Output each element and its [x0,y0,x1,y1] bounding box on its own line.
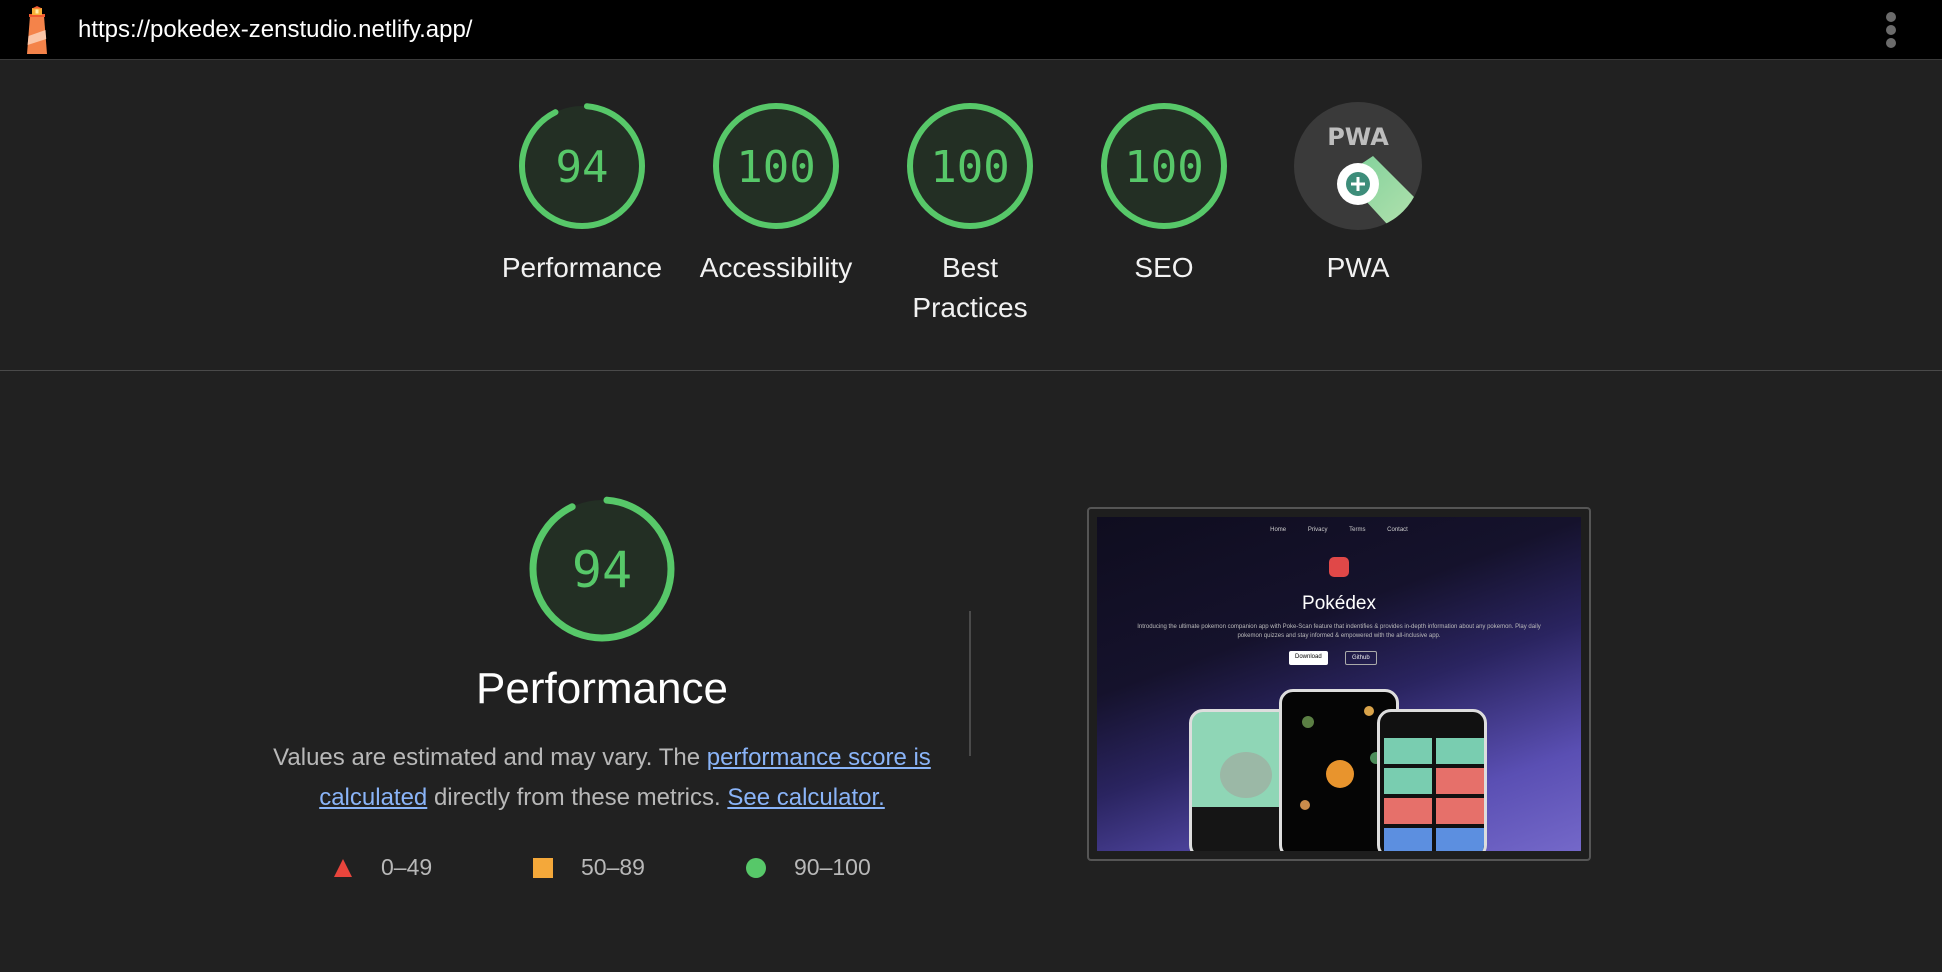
gauge-best-practices[interactable]: 100 Best Practices [875,101,1065,328]
description-text: directly from these metrics. [427,784,728,811]
page-url: https://pokedex-zenstudio.netlify.app/ [78,16,473,43]
performance-score: 94 [572,541,632,599]
vertical-separator [969,611,971,756]
screenshot-download-label: Download [1295,654,1322,660]
square-icon [533,858,553,878]
performance-large-gauge: 94 [529,496,675,642]
triangle-icon [334,859,352,877]
screenshot-title: Pokédex [1302,593,1376,614]
gauge-pwa[interactable]: PWA PWA [1263,101,1453,288]
performance-description: Values are estimated and may vary. The p… [270,738,934,818]
screenshot-download-button: Download [1289,651,1328,665]
score-value: 100 [736,142,815,193]
kebab-menu-icon[interactable] [1878,12,1904,48]
legend-range: 90–100 [794,854,871,880]
top-bar: https://pokedex-zenstudio.netlify.app/ [0,0,1942,60]
lighthouse-icon [27,6,47,54]
pwa-badge-text: PWA [1327,123,1389,151]
gauge-seo[interactable]: 100 SEO [1069,101,1259,288]
screenshot-nav-item: Home [1270,527,1287,533]
gauge-label: PWA [1326,252,1390,283]
screenshot-nav-item: Privacy [1307,527,1328,533]
screenshot-nav-item: Terms [1349,527,1366,533]
phone-mockup-right [1377,709,1487,851]
gauge-label: Best Practices [912,252,1028,323]
circle-icon [746,858,766,878]
score-gauge: 100 [907,103,1033,229]
screenshot-nav: Home Privacy Terms Contact [1097,527,1581,533]
see-calculator-link[interactable]: See calculator. [727,784,884,811]
legend-range: 0–49 [381,854,433,880]
score-value: 100 [930,142,1009,193]
screenshot-subtitle: Introducing the ultimate pokemon compani… [1137,624,1541,639]
score-value: 94 [556,142,609,193]
gauge-accessibility[interactable]: 100 Accessibility [681,101,871,288]
gauge-label: Accessibility [699,252,853,283]
app-icon [1329,557,1349,577]
pwa-badge-icon: PWA [1294,102,1422,230]
final-screenshot[interactable]: Home Privacy Terms Contact Pokédex Intro… [1087,507,1591,861]
score-gauge: 100 [1101,103,1227,229]
score-legend: 0–49 50–89 90–100 [0,854,1000,884]
screenshot-content: Home Privacy Terms Contact Pokédex Intro… [1097,517,1581,851]
gauge-label: SEO [1134,252,1194,283]
legend-range: 50–89 [581,854,645,880]
screenshot-github-button: Github [1345,651,1377,665]
screenshot-nav-item: Contact [1387,527,1408,533]
score-value: 100 [1124,142,1203,193]
score-gauge: 94 [519,103,645,229]
screenshot-github-label: Github [1352,655,1370,661]
performance-heading: Performance [476,664,728,713]
gauge-performance[interactable]: 94 Performance [487,101,677,288]
section-divider [0,370,1942,371]
gauge-label: Performance [501,252,663,283]
score-gauge: 100 [713,103,839,229]
description-text: Values are estimated and may vary. The [273,744,707,771]
